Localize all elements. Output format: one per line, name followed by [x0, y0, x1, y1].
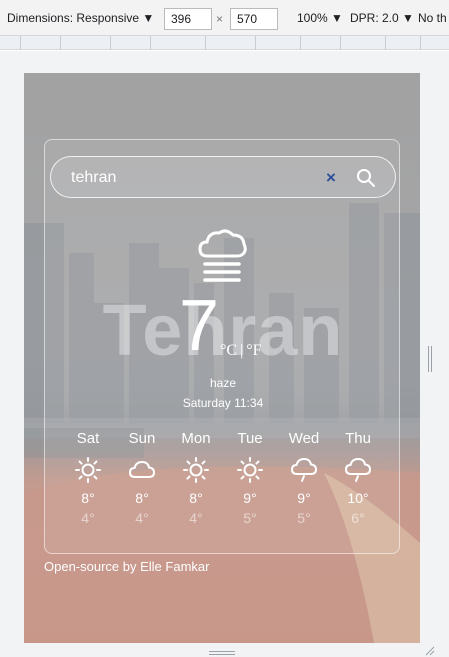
fahrenheit-button[interactable]: °F [246, 342, 261, 359]
throttle-dropdown[interactable]: No th [418, 11, 447, 25]
forecast-row: Sat 8° 4° Sun 8° 4° Mon 8° 4° Tue 9° 5° … [61, 430, 385, 540]
day-low: 4° [135, 510, 149, 526]
weather-card: × Tehran 7 °C|°F haze Saturday 11:34 Sat… [44, 139, 400, 554]
day-low: 4° [189, 510, 203, 526]
haze-icon [198, 229, 247, 282]
devtools-device-toolbar: Dimensions: Responsive ▼ × 100% ▼ DPR: 2… [0, 0, 449, 36]
times-sign: × [216, 12, 224, 26]
dropdown-arrow-icon: ▼ [402, 11, 414, 25]
day-high: 8° [135, 490, 149, 506]
height-input[interactable] [230, 8, 278, 30]
day-name: Sat [76, 430, 100, 447]
search-bar: × [50, 156, 396, 198]
resize-handle-right[interactable] [428, 346, 432, 372]
rain-cloud-icon [344, 457, 372, 482]
device-screen: × Tehran 7 °C|°F haze Saturday 11:34 Sat… [24, 73, 420, 643]
unit-separator: | [240, 342, 244, 359]
forecast-day: Sat 8° 4° [61, 430, 115, 526]
day-high: 8° [81, 490, 95, 506]
current-temperature: 7 [179, 286, 220, 366]
dimensions-dropdown[interactable]: Dimensions: Responsive ▼ [7, 11, 154, 25]
dpr-label: DPR: 2.0 [350, 11, 399, 25]
day-name: Tue [237, 430, 263, 447]
sun-icon [75, 457, 101, 483]
cloud-icon [128, 460, 156, 478]
forecast-day: Mon 8° 4° [169, 430, 223, 526]
day-low: 5° [297, 510, 311, 526]
unit-toggle: °C | °F [220, 342, 262, 360]
dropdown-arrow-icon: ▼ [331, 11, 343, 25]
dpr-dropdown[interactable]: DPR: 2.0 ▼ [350, 11, 414, 25]
day-low: 5° [243, 510, 257, 526]
day-high: 9° [297, 490, 311, 506]
clear-button[interactable]: × [321, 168, 341, 188]
current-datetime: Saturday 11:34 [182, 396, 264, 410]
celsius-button[interactable]: °C [220, 342, 237, 359]
day-name: Mon [181, 430, 211, 447]
day-name: Sun [128, 430, 156, 447]
day-low: 4° [81, 510, 95, 526]
footer-credit[interactable]: Open-source by Elle Famkar [44, 559, 209, 574]
sun-icon [237, 457, 263, 483]
weather-condition: haze [209, 376, 237, 390]
sun-icon [183, 457, 209, 483]
forecast-day: Sun 8° 4° [115, 430, 169, 526]
forecast-day: Tue 9° 5° [223, 430, 277, 526]
forecast-day: Wed 9° 5° [277, 430, 331, 526]
rain-cloud-icon [290, 457, 318, 482]
day-high: 10° [347, 490, 369, 506]
day-name: Wed [288, 430, 320, 447]
day-low: 6° [351, 510, 365, 526]
search-icon[interactable] [355, 167, 377, 189]
zoom-dropdown[interactable]: 100% ▼ [297, 11, 343, 25]
resize-corner-icon[interactable] [425, 646, 435, 656]
resize-handle-bottom[interactable] [209, 651, 235, 655]
zoom-label: 100% [297, 11, 328, 25]
search-input[interactable] [71, 167, 311, 189]
dimensions-label: Dimensions: Responsive [7, 11, 140, 25]
forecast-day: Thu 10° 6° [331, 430, 385, 526]
day-name: Thu [345, 430, 371, 447]
day-high: 9° [243, 490, 257, 506]
width-input[interactable] [164, 8, 212, 30]
day-high: 8° [189, 490, 203, 506]
dropdown-arrow-icon: ▼ [142, 11, 155, 25]
media-query-ruler[interactable] [0, 36, 449, 50]
